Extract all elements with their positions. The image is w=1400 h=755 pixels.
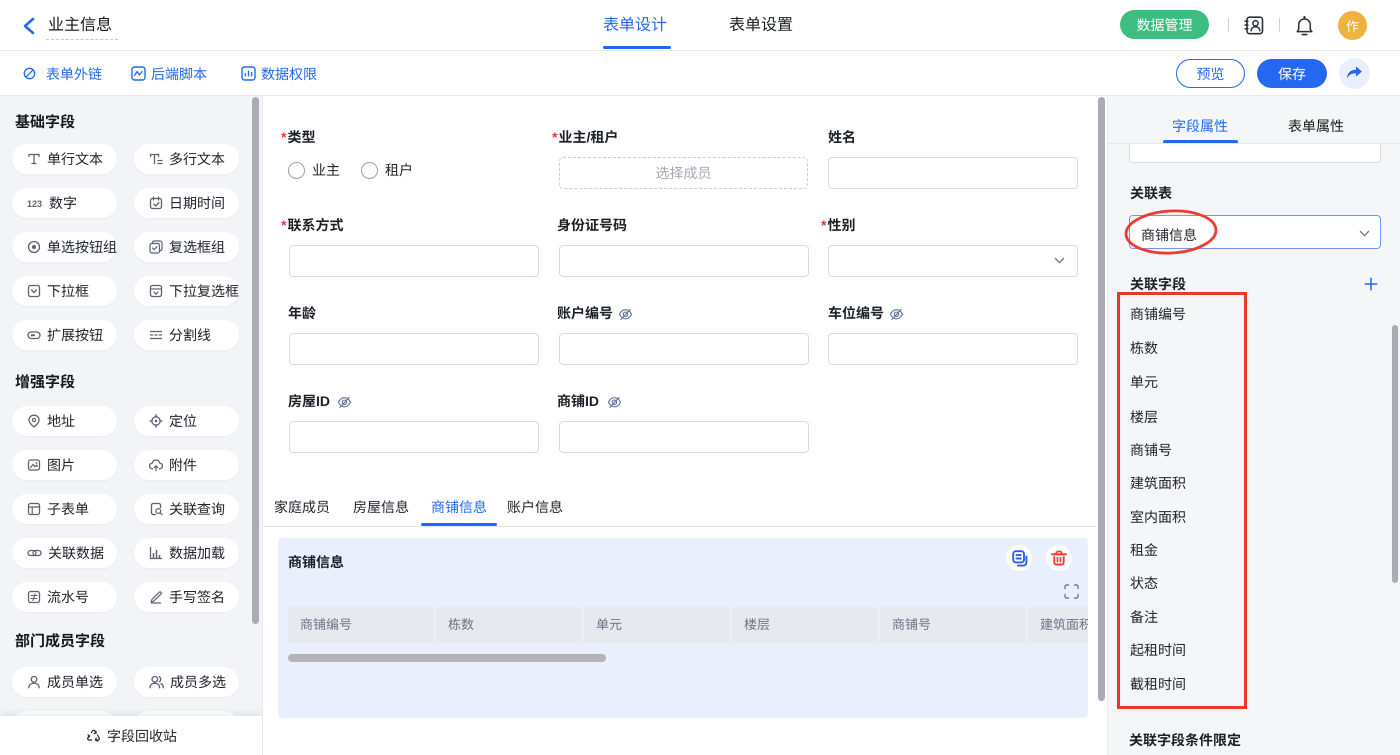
svg-text:123: 123 <box>27 199 42 209</box>
